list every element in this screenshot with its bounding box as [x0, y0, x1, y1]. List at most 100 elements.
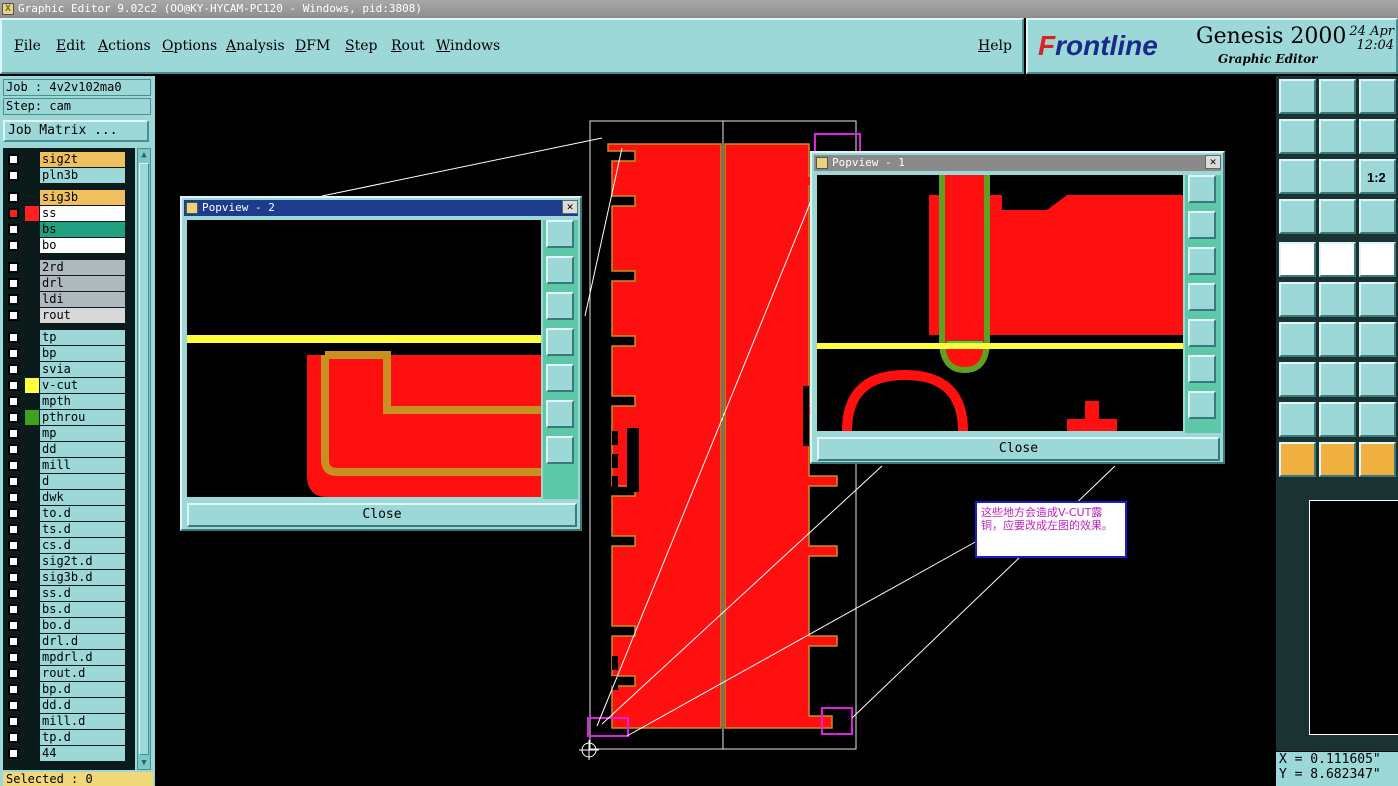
layer-checkbox[interactable] — [8, 170, 19, 181]
surface-icon[interactable] — [1359, 402, 1396, 437]
layer-name[interactable]: dwk — [40, 490, 125, 505]
layer-checkbox[interactable] — [8, 444, 19, 455]
layer-checkbox[interactable] — [8, 668, 19, 679]
layer-name[interactable]: sig2t — [40, 152, 125, 167]
layer-name[interactable]: mpdrl.d — [40, 650, 125, 665]
layer-checkbox[interactable] — [8, 278, 19, 289]
zoom-fit-icon[interactable] — [1279, 159, 1316, 194]
popview-2-view[interactable] — [187, 220, 541, 497]
layer-name[interactable]: 44 — [40, 746, 125, 761]
layer-checkbox[interactable] — [8, 508, 19, 519]
layer-row[interactable]: cs.d — [3, 538, 125, 553]
layer-name[interactable]: mill — [40, 458, 125, 473]
layer-name[interactable]: dd — [40, 442, 125, 457]
layer-checkbox[interactable] — [8, 476, 19, 487]
layer-name[interactable]: bp — [40, 346, 125, 361]
layer-checkbox[interactable] — [8, 492, 19, 503]
layer-row[interactable]: tp — [3, 330, 125, 345]
layer-color-swatch[interactable] — [25, 506, 39, 521]
popview-zoom-out-icon[interactable] — [546, 436, 574, 464]
layer-row[interactable]: pthrou — [3, 410, 125, 425]
layer-checkbox[interactable] — [8, 262, 19, 273]
layer-checkbox[interactable] — [8, 556, 19, 567]
layer-name[interactable]: bp.d — [40, 682, 125, 697]
pan-left-icon[interactable] — [1279, 119, 1316, 154]
layer-row[interactable]: drl — [3, 276, 125, 291]
job-matrix-button[interactable]: Job Matrix ... — [3, 120, 149, 142]
layer-row[interactable]: sig3b.d — [3, 570, 125, 585]
layer-name[interactable]: bs.d — [40, 602, 125, 617]
layer-checkbox[interactable] — [8, 460, 19, 471]
layer-color-swatch[interactable] — [25, 602, 39, 617]
layer-checkbox[interactable] — [8, 208, 19, 219]
layer-row[interactable]: d — [3, 474, 125, 489]
layer-name[interactable]: cs.d — [40, 538, 125, 553]
layer-row[interactable]: sig2t.d — [3, 554, 125, 569]
popview-pan-up-icon[interactable] — [546, 256, 574, 284]
menu-dfm[interactable]: DFM — [295, 38, 330, 54]
angle-icon[interactable] — [1279, 322, 1316, 357]
layer-color-swatch[interactable] — [25, 190, 39, 205]
popview-pan-up-icon[interactable] — [1188, 211, 1216, 239]
pointer-select-icon[interactable] — [1319, 442, 1356, 477]
layer-row[interactable]: mpdrl.d — [3, 650, 125, 665]
layer-row[interactable]: sig2t — [3, 152, 125, 167]
layer-color-swatch[interactable] — [25, 634, 39, 649]
layer-name[interactable]: tp.d — [40, 730, 125, 745]
popview-1-close-icon[interactable]: ✕ — [1205, 155, 1221, 169]
layer-name[interactable]: drl.d — [40, 634, 125, 649]
layer-checkbox[interactable] — [8, 716, 19, 727]
layer-row[interactable]: mill.d — [3, 714, 125, 729]
layer-checkbox[interactable] — [8, 540, 19, 551]
layer-color-swatch[interactable] — [25, 152, 39, 167]
menu-file[interactable]: File — [14, 38, 41, 54]
layer-row[interactable]: ss — [3, 206, 125, 221]
pointer-move-icon[interactable] — [1359, 442, 1396, 477]
layer-name[interactable]: ts.d — [40, 522, 125, 537]
layer-color-swatch[interactable] — [25, 666, 39, 681]
layer-checkbox[interactable] — [8, 588, 19, 599]
popview-zoom-home-icon[interactable] — [546, 220, 574, 248]
layer-row[interactable]: mpth — [3, 394, 125, 409]
layer-row[interactable]: bo — [3, 238, 125, 253]
layer-name[interactable]: mp — [40, 426, 125, 441]
layer-name[interactable]: bs — [40, 222, 125, 237]
menu-analysis[interactable]: Analysis — [226, 38, 285, 54]
layer-color-swatch[interactable] — [25, 586, 39, 601]
popview-zoom-out-icon[interactable] — [1188, 391, 1216, 419]
layer-checkbox[interactable] — [8, 700, 19, 711]
layer-color-swatch[interactable] — [25, 362, 39, 377]
layer-checkbox[interactable] — [8, 224, 19, 235]
delete-node-icon[interactable] — [1319, 282, 1356, 317]
layer-row[interactable]: dwk — [3, 490, 125, 505]
layer-name[interactable]: ss — [40, 206, 125, 221]
layer-color-swatch[interactable] — [25, 554, 39, 569]
popview-2-close-icon[interactable]: ✕ — [562, 200, 578, 214]
layer-row[interactable]: 2rd — [3, 260, 125, 275]
layer-color-swatch[interactable] — [25, 538, 39, 553]
layer-color-swatch[interactable] — [25, 618, 39, 633]
pointer-icon[interactable] — [1279, 442, 1316, 477]
menu-options[interactable]: Options — [162, 38, 217, 54]
popview-zoom-home-icon[interactable] — [1188, 175, 1216, 203]
layer-row[interactable]: bp — [3, 346, 125, 361]
layer-color-swatch[interactable] — [25, 698, 39, 713]
popview-pan-down-icon[interactable] — [546, 292, 574, 320]
layer-checkbox[interactable] — [8, 428, 19, 439]
scale-1-2-icon[interactable]: 1:2 — [1359, 159, 1396, 194]
layer-color-swatch[interactable] — [25, 650, 39, 665]
menu-actions[interactable]: Actions — [98, 38, 151, 54]
layer-name[interactable]: rout — [40, 308, 125, 323]
layer-color-swatch[interactable] — [25, 168, 39, 183]
popview-1-view[interactable] — [817, 175, 1183, 431]
layer-name[interactable]: 2rd — [40, 260, 125, 275]
layer-checkbox[interactable] — [8, 652, 19, 663]
popview-pan-right-icon[interactable] — [546, 364, 574, 392]
layer-name[interactable]: mill.d — [40, 714, 125, 729]
layer-checkbox[interactable] — [8, 684, 19, 695]
split-icon[interactable] — [1319, 362, 1356, 397]
layer-color-swatch[interactable] — [25, 276, 39, 291]
layer-name[interactable]: ldi — [40, 292, 125, 307]
layer-checkbox[interactable] — [8, 732, 19, 743]
menu-help[interactable]: Help — [978, 38, 1012, 54]
